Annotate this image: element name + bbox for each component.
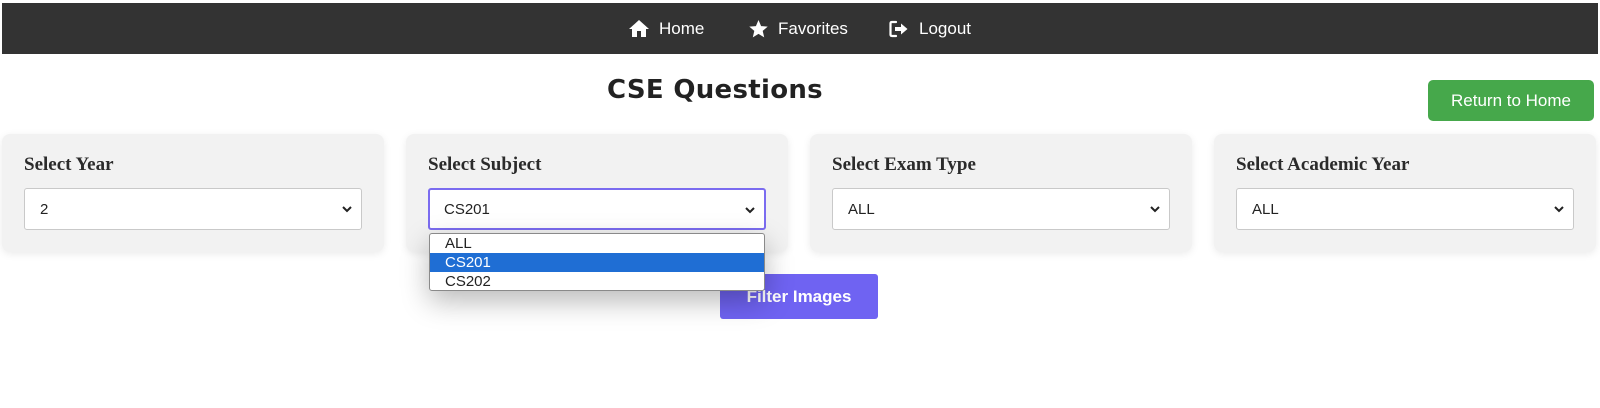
- year-select[interactable]: 2: [24, 188, 362, 230]
- chevron-down-icon: [1554, 206, 1564, 213]
- top-navbar: Home Favorites Logout: [2, 3, 1598, 54]
- subject-option-cs201[interactable]: CS201: [430, 253, 764, 272]
- filter-card-exam-type: Select Exam Type ALL: [810, 134, 1192, 252]
- nav-home-label: Home: [659, 18, 705, 38]
- chevron-down-icon: [342, 206, 352, 213]
- subject-label: Select Subject: [428, 154, 542, 175]
- filter-card-year: Select Year 2: [2, 134, 384, 252]
- year-label: Select Year: [24, 154, 114, 175]
- nav-home-link[interactable]: Home: [628, 3, 704, 54]
- chevron-down-icon: [1150, 206, 1160, 213]
- page-title: CSE Questions: [607, 75, 823, 105]
- nav-logout-link[interactable]: Logout: [888, 3, 971, 54]
- academic-year-label: Select Academic Year: [1236, 154, 1410, 175]
- exam-type-select-value: ALL: [848, 200, 875, 218]
- subject-select-value: CS201: [444, 200, 490, 218]
- academic-year-select-value: ALL: [1252, 200, 1279, 218]
- exam-type-label: Select Exam Type: [832, 154, 976, 175]
- subject-option-all[interactable]: ALL: [430, 234, 764, 253]
- nav-favorites-link[interactable]: Favorites: [747, 3, 848, 54]
- nav-logout-label: Logout: [919, 18, 971, 38]
- subject-option-cs202[interactable]: CS202: [430, 272, 764, 290]
- return-to-home-button[interactable]: Return to Home: [1428, 80, 1594, 121]
- chevron-down-icon: [745, 207, 755, 214]
- exam-type-select[interactable]: ALL: [832, 188, 1170, 230]
- home-icon: [628, 19, 650, 39]
- star-icon: [747, 19, 769, 39]
- subject-dropdown-list: ALL CS201 CS202: [429, 233, 765, 291]
- subject-select[interactable]: CS201: [428, 188, 766, 230]
- logout-icon: [888, 19, 910, 39]
- academic-year-select[interactable]: ALL: [1236, 188, 1574, 230]
- year-select-value: 2: [40, 200, 49, 218]
- nav-favorites-label: Favorites: [778, 18, 848, 38]
- filter-card-academic-year: Select Academic Year ALL: [1214, 134, 1596, 252]
